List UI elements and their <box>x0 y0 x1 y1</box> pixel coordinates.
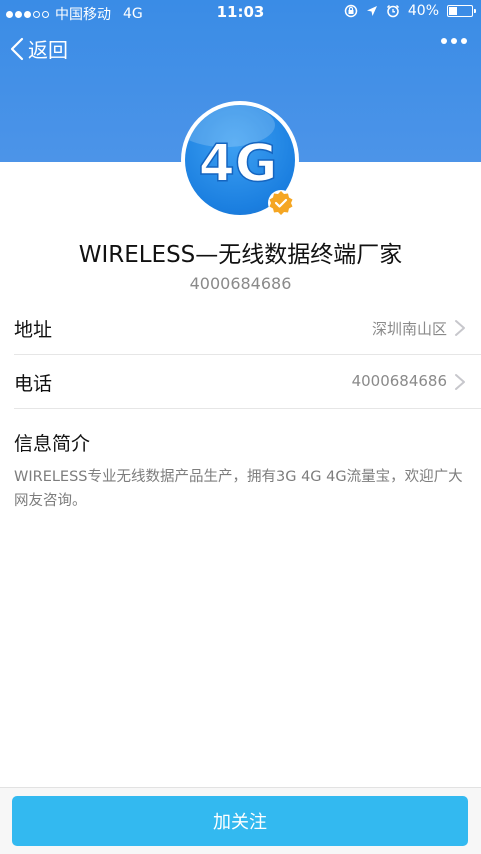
account-name: WIRELESS—无线数据终端厂家 <box>78 242 403 268</box>
phone-row[interactable]: 电话 4000684686 <box>14 355 481 409</box>
address-row[interactable]: 地址 深圳南山区 <box>14 301 481 355</box>
more-options-button[interactable] <box>441 38 467 44</box>
intro-title: 信息简介 <box>14 433 91 455</box>
address-label: 地址 <box>14 319 53 341</box>
phone-label: 电话 <box>14 373 53 395</box>
intro-text: WIRELESS专业无线数据产品生产，拥有3G 4G 4G流量宝，欢迎广大网友咨… <box>14 469 463 509</box>
address-value: 深圳南山区 <box>371 320 447 338</box>
chevron-left-icon <box>10 37 24 60</box>
chevron-right-icon <box>455 374 465 390</box>
rotation-lock-icon <box>344 4 358 18</box>
bottom-bar: 加关注 <box>0 787 481 854</box>
battery-icon <box>447 5 476 17</box>
more-dot <box>451 38 457 44</box>
avatar-text: 4G <box>199 134 278 194</box>
row-divider <box>14 408 481 409</box>
phone-value: 4000684686 <box>351 372 447 390</box>
more-dot <box>441 38 447 44</box>
status-bar: 中国移动 4G 11:03 40% <box>0 0 481 26</box>
status-right: 40% <box>344 3 476 19</box>
chevron-right-icon <box>455 320 465 336</box>
back-button[interactable]: 返回 <box>10 34 68 63</box>
verified-badge-icon <box>268 190 294 216</box>
follow-button[interactable]: 加关注 <box>12 796 468 846</box>
back-label: 返回 <box>28 38 68 62</box>
account-id: 4000684686 <box>189 274 292 293</box>
navigation-bar: 返回 <box>0 26 481 70</box>
location-icon <box>366 6 377 16</box>
alarm-icon <box>386 4 399 18</box>
more-dot <box>461 38 467 44</box>
battery-percent: 40% <box>407 3 439 19</box>
